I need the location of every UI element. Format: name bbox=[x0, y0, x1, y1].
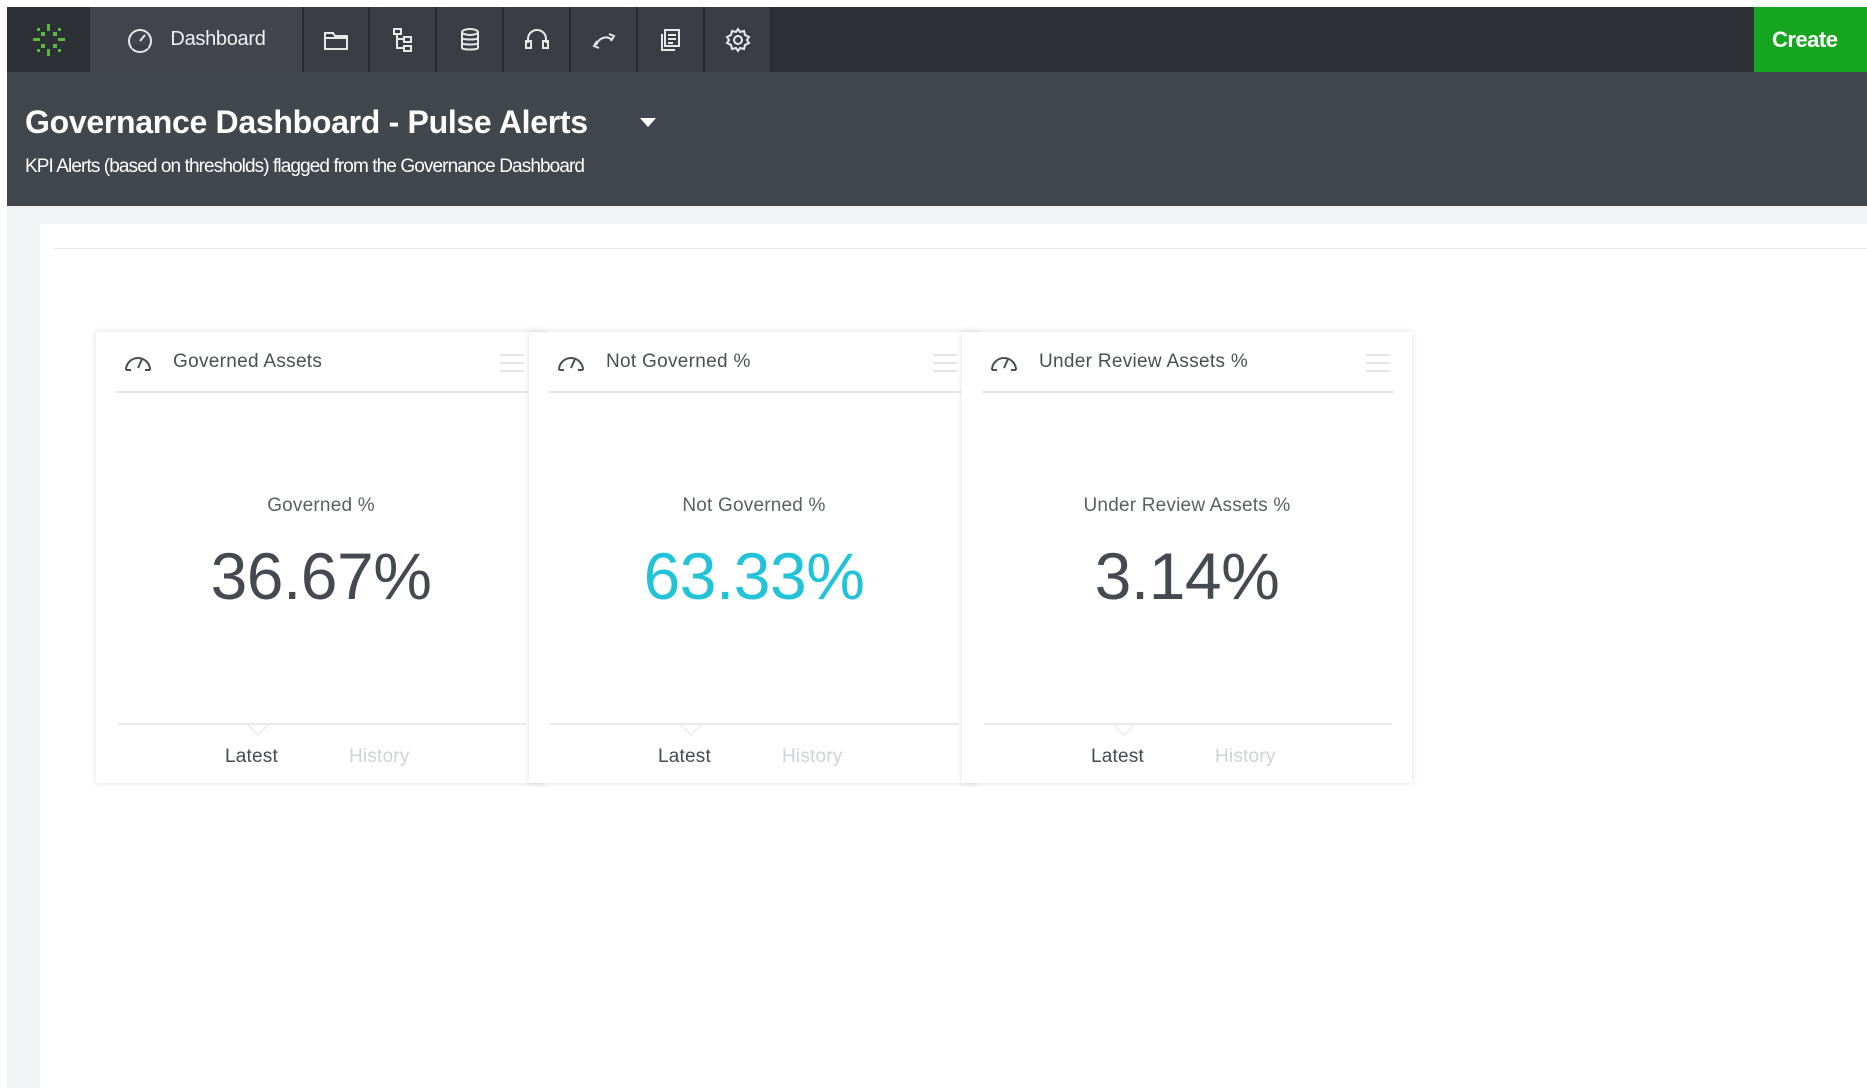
tab-divider bbox=[551, 723, 959, 725]
kpi-card-governed-assets: Governed Assets Governed % 36.67% Latest… bbox=[96, 332, 546, 783]
nav-database[interactable] bbox=[437, 7, 502, 72]
tab-history[interactable]: History bbox=[349, 746, 410, 768]
nav-hierarchy[interactable] bbox=[370, 7, 435, 72]
database-icon bbox=[460, 27, 479, 50]
tab-divider bbox=[984, 723, 1392, 725]
metric-label: Under Review Assets % bbox=[1083, 495, 1291, 516]
nav-dashboard[interactable]: Dashboard bbox=[90, 7, 302, 72]
dashboard-gauge-icon bbox=[128, 28, 153, 53]
reports-icon bbox=[660, 28, 680, 51]
metric-value: 3.14% bbox=[1094, 539, 1280, 613]
gauge-icon bbox=[991, 357, 1017, 371]
logo-icon[interactable] bbox=[7, 7, 90, 72]
tab-divider bbox=[118, 723, 526, 725]
tab-latest[interactable]: Latest bbox=[225, 746, 278, 768]
card-header: Not Governed % bbox=[549, 332, 961, 393]
metric-label: Governed % bbox=[267, 495, 375, 516]
top-nav: Dashboard Create bbox=[7, 7, 1867, 72]
card-title: Under Review Assets % bbox=[1039, 351, 1249, 372]
folder-icon bbox=[324, 31, 348, 50]
card-menu-icon[interactable] bbox=[1366, 354, 1390, 372]
tab-history[interactable]: History bbox=[782, 746, 843, 768]
metric-value: 36.67% bbox=[210, 539, 432, 613]
content-divider bbox=[54, 248, 1867, 249]
kpi-card-under-review: Under Review Assets % Under Review Asset… bbox=[962, 332, 1412, 783]
nav-support[interactable] bbox=[504, 7, 569, 72]
settings-icon bbox=[725, 26, 750, 53]
nav-folder[interactable] bbox=[304, 7, 368, 72]
active-tab-pointer bbox=[680, 725, 702, 736]
card-menu-icon[interactable] bbox=[500, 354, 524, 372]
tab-latest[interactable]: Latest bbox=[658, 746, 711, 768]
card-menu-icon[interactable] bbox=[933, 354, 957, 372]
card-header: Under Review Assets % bbox=[982, 332, 1394, 393]
nav-transfer[interactable] bbox=[571, 7, 636, 72]
gauge-icon bbox=[558, 357, 584, 371]
active-tab-pointer bbox=[247, 725, 269, 736]
kpi-card-not-governed: Not Governed % Not Governed % 63.33% Lat… bbox=[529, 332, 979, 783]
content-panel: Governed Assets Governed % 36.67% Latest… bbox=[40, 224, 1867, 1088]
card-title: Not Governed % bbox=[606, 351, 751, 372]
page-header: Governance Dashboard - Pulse Alerts KPI … bbox=[7, 72, 1867, 206]
app-frame: Dashboard Create Governance Dashboard - … bbox=[7, 7, 1867, 1088]
tab-latest[interactable]: Latest bbox=[1091, 746, 1144, 768]
title-dropdown-caret-icon[interactable] bbox=[640, 118, 656, 127]
create-button[interactable]: Create bbox=[1754, 7, 1867, 72]
nav-divider bbox=[770, 7, 772, 72]
page-title: Governance Dashboard - Pulse Alerts bbox=[25, 104, 588, 140]
gauge-icon bbox=[125, 357, 151, 371]
card-title: Governed Assets bbox=[173, 351, 323, 372]
nav-dashboard-label: Dashboard bbox=[170, 28, 266, 50]
page-subtitle: KPI Alerts (based on thresholds) flagged… bbox=[25, 156, 585, 177]
headset-icon bbox=[524, 28, 549, 49]
active-tab-pointer bbox=[1113, 725, 1135, 736]
card-header: Governed Assets bbox=[116, 332, 528, 393]
hierarchy-icon bbox=[392, 27, 412, 52]
transfer-icon bbox=[592, 32, 615, 49]
nav-settings[interactable] bbox=[705, 7, 770, 72]
nav-reports[interactable] bbox=[638, 7, 703, 72]
tab-history[interactable]: History bbox=[1215, 746, 1276, 768]
metric-value: 63.33% bbox=[643, 539, 865, 613]
metric-label: Not Governed % bbox=[682, 495, 826, 516]
